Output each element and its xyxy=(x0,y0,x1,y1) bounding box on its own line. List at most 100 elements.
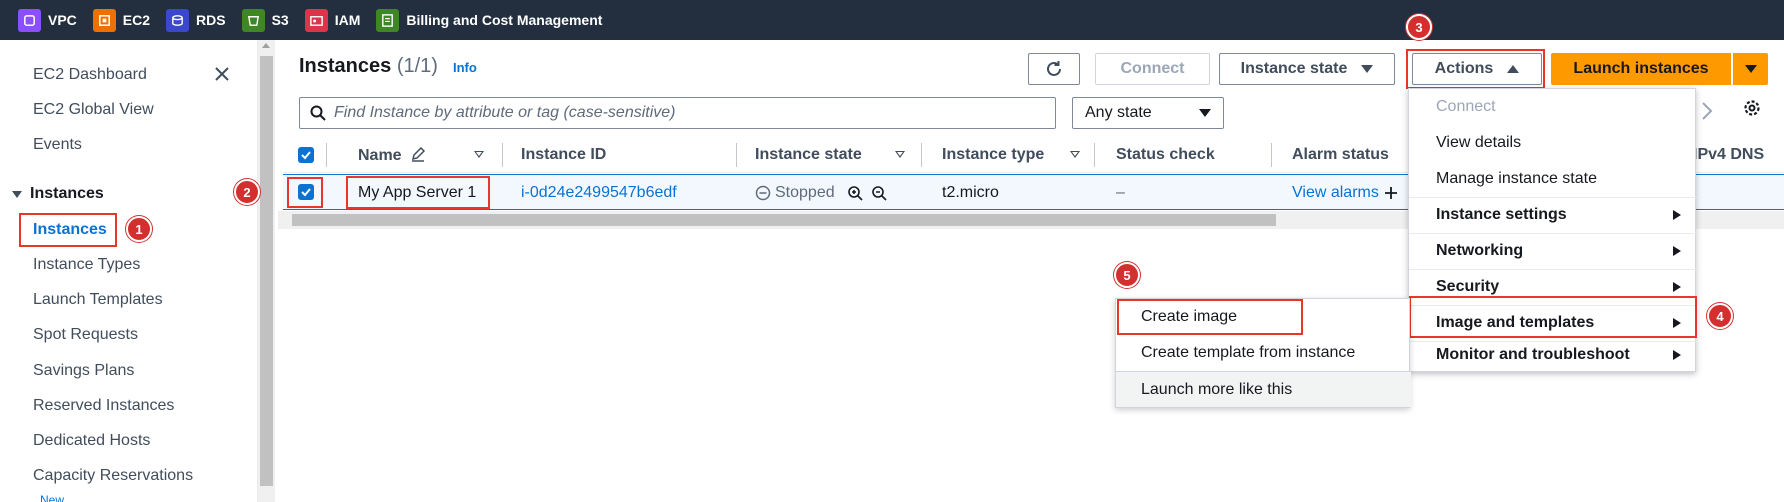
connect-button[interactable]: Connect xyxy=(1095,53,1210,85)
sort-icon[interactable] xyxy=(474,151,484,158)
caret-down-icon xyxy=(1744,65,1757,73)
column-divider xyxy=(921,143,922,167)
column-instance-type[interactable]: Instance type xyxy=(942,146,1044,164)
column-status-check[interactable]: Status check xyxy=(1116,146,1215,164)
column-label: Name xyxy=(358,147,402,164)
caret-down-icon xyxy=(1361,65,1374,73)
menu-item-connect[interactable]: Connect xyxy=(1409,89,1697,125)
billing-icon xyxy=(376,8,400,32)
scroll-up-icon[interactable] xyxy=(262,43,270,48)
highlight-actions xyxy=(1406,49,1545,89)
nav-instance-types[interactable]: Instance Types xyxy=(33,256,140,274)
menu-item-monitor-and-troubleshoot[interactable]: Monitor and troubleshoot xyxy=(1409,337,1697,373)
edit-icon xyxy=(412,146,426,162)
stopped-icon xyxy=(755,185,771,201)
column-divider xyxy=(736,143,737,167)
chevron-right-icon xyxy=(1673,282,1681,292)
nav-spot-requests[interactable]: Spot Requests xyxy=(33,326,138,344)
nav-section-instances[interactable]: Instances xyxy=(12,185,104,203)
zoom-out-icon[interactable] xyxy=(871,185,887,201)
column-name[interactable]: Name xyxy=(358,146,426,165)
step-marker-5: 5 xyxy=(1114,262,1140,288)
search-input[interactable] xyxy=(334,104,1034,122)
next-page-icon[interactable] xyxy=(1697,96,1717,126)
service-iam[interactable]: IAM xyxy=(304,8,361,32)
menu-item-label: Instance settings xyxy=(1436,206,1567,223)
nav-savings-plans[interactable]: Savings Plans xyxy=(33,362,134,380)
state-filter-select[interactable]: Any state xyxy=(1072,97,1224,129)
nav-events[interactable]: Events xyxy=(33,136,82,154)
step-marker-2: 2 xyxy=(234,179,260,205)
service-s3[interactable]: S3 xyxy=(241,8,289,32)
highlight-row-checkbox xyxy=(287,177,323,208)
select-all-checkbox[interactable] xyxy=(298,147,314,163)
sidebar-scroll-thumb[interactable] xyxy=(260,56,273,486)
instance-state-label: Instance state xyxy=(1240,60,1348,77)
nav-capacity-reservations[interactable]: Capacity Reservations xyxy=(33,467,193,485)
vpc-icon xyxy=(18,8,41,32)
nav-reserved-instances[interactable]: Reserved Instances xyxy=(33,397,174,415)
page-title: Instances (1/1) xyxy=(299,55,438,78)
nav-ec2-dashboard[interactable]: EC2 Dashboard xyxy=(33,66,147,84)
launch-dropdown-button[interactable] xyxy=(1733,53,1768,85)
nav-ec2-global-view[interactable]: EC2 Global View xyxy=(33,101,154,119)
service-label: IAM xyxy=(334,12,361,28)
highlight-row-name xyxy=(346,176,490,209)
check-icon xyxy=(301,151,311,160)
chevron-right-icon xyxy=(1673,246,1681,256)
refresh-button[interactable] xyxy=(1028,53,1080,85)
column-alarm-status[interactable]: Alarm status xyxy=(1292,146,1389,164)
step-marker-3: 3 xyxy=(1406,14,1432,40)
menu-item-label: Monitor and troubleshoot xyxy=(1436,346,1630,363)
gear-icon[interactable] xyxy=(1740,96,1764,120)
submenu-item-launch-more[interactable]: Launch more like this xyxy=(1116,371,1411,407)
selection-count: (1/1) xyxy=(396,55,438,77)
service-label: Billing and Cost Management xyxy=(406,12,603,28)
column-instance-id[interactable]: Instance ID xyxy=(521,146,606,164)
search-icon xyxy=(310,105,326,121)
sort-icon[interactable] xyxy=(1070,151,1080,158)
view-alarms-label: View alarms xyxy=(1292,184,1379,201)
column-instance-state[interactable]: Instance state xyxy=(755,146,862,164)
service-label: RDS xyxy=(196,12,226,28)
plus-icon[interactable] xyxy=(1383,185,1399,201)
menu-item-instance-settings[interactable]: Instance settings xyxy=(1409,197,1697,233)
cell-instance-state: Stopped xyxy=(755,184,887,202)
view-alarms-link[interactable]: View alarms xyxy=(1292,184,1399,202)
service-ec2[interactable]: EC2 xyxy=(92,8,150,32)
close-icon[interactable] xyxy=(212,64,232,84)
info-link[interactable]: Info xyxy=(453,60,477,75)
column-divider xyxy=(326,143,327,167)
new-badge: New xyxy=(40,493,65,502)
sort-icon[interactable] xyxy=(895,151,905,158)
submenu-item-create-template[interactable]: Create template from instance xyxy=(1116,335,1411,371)
nav-dedicated-hosts[interactable]: Dedicated Hosts xyxy=(33,432,150,450)
column-ipv4-dns[interactable]: IPv4 DNS xyxy=(1693,146,1764,164)
menu-item-label: Security xyxy=(1436,278,1500,295)
highlight-create-image xyxy=(1117,299,1303,335)
menu-item-manage-instance-state[interactable]: Manage instance state xyxy=(1409,161,1697,197)
service-billing[interactable]: Billing and Cost Management xyxy=(376,8,603,32)
sidebar-scrollbar[interactable] xyxy=(258,40,275,502)
caret-down-icon xyxy=(1199,109,1211,117)
nav-instances-active[interactable]: Instances xyxy=(19,213,117,247)
service-rds[interactable]: RDS xyxy=(166,8,226,32)
service-vpc[interactable]: VPC xyxy=(18,8,77,32)
launch-instances-button[interactable]: Launch instances xyxy=(1551,53,1731,85)
instance-state-button[interactable]: Instance state xyxy=(1219,53,1395,85)
chevron-right-icon xyxy=(1673,350,1681,360)
ec2-icon xyxy=(92,8,116,32)
zoom-in-icon[interactable] xyxy=(847,185,863,201)
title-text: Instances xyxy=(299,55,392,77)
cell-instance-id[interactable]: i-0d24e2499547b6edf xyxy=(521,184,677,202)
menu-item-label: Networking xyxy=(1436,242,1524,259)
table-scroll-thumb[interactable] xyxy=(292,214,1276,226)
search-box[interactable] xyxy=(299,97,1056,129)
menu-item-networking[interactable]: Networking xyxy=(1409,233,1697,269)
column-divider xyxy=(1271,143,1272,167)
nav-launch-templates[interactable]: Launch Templates xyxy=(33,291,163,309)
nav-section-label: Instances xyxy=(30,185,104,202)
menu-item-view-details[interactable]: View details xyxy=(1409,125,1697,161)
refresh-icon xyxy=(1047,61,1061,76)
cell-status-check: – xyxy=(1116,184,1125,201)
